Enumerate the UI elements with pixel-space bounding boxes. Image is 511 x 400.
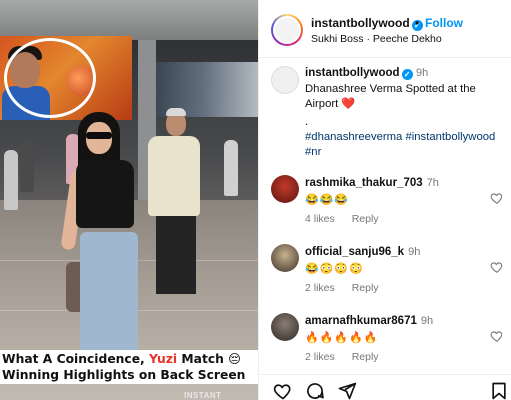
post-header: instantbollywood ✓ • Follow Sukhi Boss · … — [259, 0, 511, 58]
comment-likes[interactable]: 2 likes — [305, 282, 335, 294]
ceiling — [0, 0, 258, 40]
comment-meta: 2 likes Reply — [305, 351, 393, 363]
comment-meta: 4 likes Reply — [305, 213, 393, 225]
red-heart-emoji: ❤️ — [341, 97, 356, 110]
video-caption: What A Coincidence, Yuzi Match 😔 Winning… — [0, 350, 258, 384]
comment-likes[interactable]: 4 likes — [305, 213, 335, 225]
caption-hashtags[interactable]: . #dhanashreeverma #instantbollywood #nr — [305, 115, 510, 160]
background-person — [224, 140, 238, 196]
comment-avatar[interactable] — [271, 244, 299, 272]
man-shirt — [148, 136, 200, 216]
header-username[interactable]: instantbollywood ✓ — [311, 16, 423, 31]
hashtag-nr[interactable]: #nr — [305, 145, 510, 160]
caption-time: 9h — [416, 67, 429, 79]
comment-item: amarnafhkumar8671 9h 🔥🔥🔥🔥🔥 2 likes Reply — [259, 313, 511, 379]
reply-button[interactable]: Reply — [352, 351, 379, 363]
comment-time: 7h — [426, 177, 439, 189]
tags-dot: . — [305, 116, 309, 128]
reply-button[interactable]: Reply — [352, 282, 379, 294]
comment-icon[interactable] — [305, 381, 325, 400]
man-pants — [156, 214, 196, 294]
comment-avatar[interactable] — [271, 313, 299, 341]
highlight-circle — [4, 38, 96, 118]
hashtag-line[interactable]: #dhanashreeverma #instantbollywood — [305, 130, 510, 145]
watermark: INSTANT — [184, 391, 222, 400]
background-person — [4, 150, 18, 210]
comment-time: 9h — [408, 246, 421, 258]
sunglasses — [86, 132, 112, 139]
heart-icon[interactable] — [490, 329, 504, 343]
heart-icon[interactable] — [273, 381, 293, 400]
man-hair — [166, 108, 186, 116]
audio-track[interactable]: Sukhi Boss · Peeche Dekho — [311, 33, 442, 45]
bookmark-icon[interactable] — [489, 381, 509, 400]
follow-button[interactable]: Follow — [425, 16, 463, 30]
post-media[interactable]: What A Coincidence, Yuzi Match 😔 Winning… — [0, 0, 258, 400]
profile-avatar[interactable] — [271, 14, 303, 46]
comment-text: 🔥🔥🔥🔥🔥 — [305, 332, 379, 344]
comment-username[interactable]: official_sanju96_k 9h — [305, 246, 420, 258]
caption-line-2: Winning Highlights on Back Screen — [2, 368, 246, 382]
reply-button[interactable]: Reply — [352, 213, 379, 225]
woman-jeans — [80, 232, 138, 350]
shop-lights — [148, 62, 258, 117]
comment-username[interactable]: amarnafhkumar8671 9h — [305, 315, 433, 327]
comment-item: rashmika_thakur_703 7h 😂😂😂 4 likes Reply — [259, 175, 511, 241]
caption-text: Dhanashree Verma Spotted at the Airport … — [305, 83, 476, 110]
caption-username[interactable]: instantbollywood ✓ — [305, 67, 413, 80]
comment-username[interactable]: rashmika_thakur_703 7h — [305, 177, 439, 189]
caption-avatar[interactable] — [271, 66, 299, 94]
post-panel: instantbollywood ✓ • Follow Sukhi Boss · … — [258, 0, 511, 400]
woman-top — [76, 160, 134, 228]
action-bar — [259, 374, 511, 400]
comment-avatar[interactable] — [271, 175, 299, 203]
comment-likes[interactable]: 2 likes — [305, 351, 335, 363]
heart-icon[interactable] — [490, 260, 504, 274]
comment-meta: 2 likes Reply — [305, 282, 393, 294]
comment-time: 9h — [420, 315, 434, 327]
heart-icon[interactable] — [490, 191, 504, 205]
separator-dot: • — [415, 16, 420, 30]
comment-text: 😂😳😳😳 — [305, 263, 364, 275]
verified-badge-icon: ✓ — [401, 69, 413, 80]
caption-line-1: What A Coincidence, Yuzi Match 😔 — [2, 352, 241, 366]
send-icon[interactable] — [337, 381, 357, 400]
caption-highlight: Yuzi — [149, 352, 178, 366]
comment-text: 😂😂😂 — [305, 194, 350, 206]
comment-item: official_sanju96_k 9h 😂😳😳😳 2 likes Reply — [259, 244, 511, 310]
background-person — [20, 142, 34, 192]
